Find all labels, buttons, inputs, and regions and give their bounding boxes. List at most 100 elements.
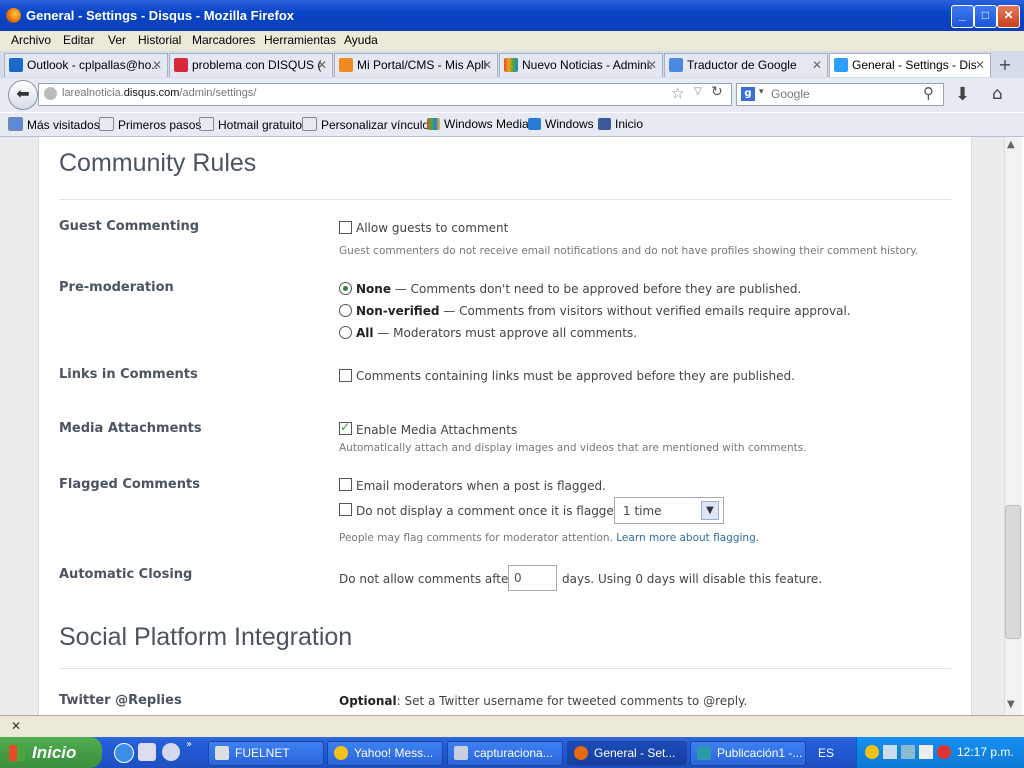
messenger-icon[interactable] [865, 745, 879, 759]
tab-nuevo-noticias[interactable]: Nuevo Noticias - Admini... ✕ [499, 53, 663, 77]
hide-flagged-checkbox[interactable] [339, 503, 352, 516]
menu-herramientas[interactable]: Herramientas [264, 33, 336, 47]
enable-media-checkbox[interactable] [339, 420, 352, 435]
links-in-comments-label: Links in Comments [59, 367, 198, 382]
show-desktop-icon[interactable] [138, 743, 156, 761]
close-icon[interactable]: ✕ [11, 719, 21, 733]
premod-nonverified-radio[interactable] [339, 304, 352, 317]
yahoo-icon [334, 746, 348, 760]
dropdown-arrow-icon[interactable]: ▽ [694, 86, 702, 97]
closing-days-input[interactable]: 0 [508, 565, 557, 591]
media-hint: Automatically attach and display images … [339, 442, 807, 454]
reload-icon[interactable]: ↻ [711, 84, 723, 100]
w-icon [174, 58, 188, 72]
menu-ver[interactable]: Ver [108, 33, 126, 47]
chevron-right-icon[interactable]: » [186, 739, 192, 750]
flagged-comments-label: Flagged Comments [59, 477, 200, 492]
antivirus-icon[interactable] [919, 745, 933, 759]
menu-historial[interactable]: Historial [138, 33, 181, 47]
task-label: Yahoo! Mess... [354, 746, 434, 760]
bookmark-hotmail[interactable]: Hotmail gratuito [199, 117, 302, 132]
option-desc: — Moderators must approve all comments. [373, 326, 638, 340]
tab-mi-portal[interactable]: Mi Portal/CMS - Mis Apli... ✕ [334, 53, 498, 77]
bookmark-windows[interactable]: Windows [528, 117, 594, 131]
pre-moderation-label: Pre-moderation [59, 280, 174, 295]
allow-guests-checkbox[interactable] [339, 221, 352, 234]
premod-nonverified-label[interactable]: Non-verified — Comments from visitors wi… [356, 304, 851, 318]
tab-problema[interactable]: problema con DISQUS (... ✕ [169, 53, 333, 77]
links-approval-checkbox[interactable] [339, 369, 352, 382]
menu-bar: Archivo Editar Ver Historial Marcadores … [0, 31, 1024, 51]
flag-count-select[interactable]: 1 time ▼ [614, 497, 724, 524]
menu-editar[interactable]: Editar [63, 33, 94, 47]
bookmark-primeros-pasos[interactable]: Primeros pasos [99, 117, 201, 132]
email-moderators-checkbox[interactable] [339, 478, 352, 491]
task-publicacion[interactable]: Publicación1 -... [690, 741, 806, 766]
language-indicator[interactable]: ES [818, 746, 834, 760]
bookmark-personalizar[interactable]: Personalizar vínculos [302, 117, 435, 132]
bookmark-mas-visitados[interactable]: Más visitados [8, 117, 100, 132]
google-icon[interactable]: g [741, 87, 755, 101]
close-icon[interactable]: ✕ [482, 58, 492, 72]
alert-icon[interactable] [937, 745, 951, 759]
minimize-button[interactable]: _ [951, 5, 974, 28]
search-icon[interactable]: ⚲ [923, 84, 934, 102]
close-icon[interactable]: ✕ [647, 58, 657, 72]
closing-suffix: days. Using 0 days will disable this fea… [562, 572, 823, 586]
task-fuelnet[interactable]: FUELNET [208, 741, 324, 766]
tab-outlook[interactable]: Outlook - cplpallas@ho... ✕ [4, 53, 168, 77]
email-moderators-label[interactable]: Email moderators when a post is flagged. [356, 479, 606, 493]
premod-all-radio[interactable] [339, 326, 352, 339]
scroll-down-icon[interactable]: ▼ [1007, 699, 1015, 710]
tab-label: Nuevo Noticias - Admini... [522, 58, 652, 72]
settings-tray-icon[interactable] [901, 745, 915, 759]
task-general-settings[interactable]: General - Set... [567, 741, 687, 766]
close-icon[interactable]: ✕ [317, 58, 327, 72]
scroll-up-icon[interactable]: ▲ [1007, 139, 1015, 150]
tab-traductor[interactable]: Traductor de Google ✕ [664, 53, 828, 77]
links-approval-label[interactable]: Comments containing links must be approv… [356, 369, 795, 383]
learn-more-flagging-link[interactable]: Learn more about flagging. [616, 532, 759, 544]
ie-icon[interactable] [114, 743, 134, 763]
download-icon[interactable]: ⬇ [955, 84, 970, 105]
search-input[interactable]: Google [771, 87, 810, 101]
firefox-quicklaunch-icon[interactable] [162, 743, 180, 761]
home-icon[interactable]: ⌂ [992, 84, 1003, 104]
chevron-down-icon[interactable]: ▾ [759, 87, 764, 97]
chevron-down-icon[interactable]: ▼ [701, 501, 719, 520]
close-icon[interactable]: ✕ [812, 58, 822, 72]
paint-icon [454, 746, 468, 760]
premod-none-label[interactable]: None — Comments don't need to be approve… [356, 282, 801, 296]
allow-guests-label[interactable]: Allow guests to comment [356, 221, 508, 235]
task-capturaciona[interactable]: capturaciona... [447, 741, 563, 766]
bookmark-windows-media[interactable]: Windows Media [427, 117, 529, 131]
new-tab-button[interactable]: + [992, 55, 1018, 75]
start-button[interactable]: Inicio [0, 737, 102, 768]
premod-all-label[interactable]: All — Moderators must approve all commen… [356, 326, 637, 340]
network-icon[interactable] [883, 745, 897, 759]
maximize-button[interactable]: □ [974, 5, 997, 28]
close-icon[interactable]: ✕ [975, 58, 985, 72]
back-button[interactable]: ⬅ [8, 80, 38, 110]
select-value: 1 time [623, 504, 662, 518]
close-icon[interactable]: ✕ [152, 58, 162, 72]
publisher-icon [697, 746, 711, 760]
close-window-button[interactable]: ✕ [997, 5, 1020, 28]
task-yahoo[interactable]: Yahoo! Mess... [327, 741, 443, 766]
search-bar[interactable]: g ▾ Google ⚲ [736, 83, 944, 106]
menu-marcadores[interactable]: Marcadores [192, 33, 255, 47]
url-bar[interactable]: larealnoticia.disqus.com/admin/settings/… [38, 83, 732, 106]
tab-general-settings[interactable]: General - Settings - Dis... ✕ [829, 53, 991, 77]
premod-none-radio[interactable] [339, 282, 352, 295]
url-text: larealnoticia.disqus.com/admin/settings/ [62, 87, 256, 99]
window-titlebar[interactable]: General - Settings - Disqus - Mozilla Fi… [0, 0, 1024, 31]
enable-media-label[interactable]: Enable Media Attachments [356, 423, 517, 437]
closing-days-value: 0 [514, 571, 522, 585]
menu-archivo[interactable]: Archivo [11, 33, 51, 47]
scrollbar-thumb[interactable] [1005, 505, 1021, 639]
bookmark-inicio[interactable]: Inicio [598, 117, 643, 131]
hide-flagged-label[interactable]: Do not display a comment once it is flag… [356, 504, 621, 518]
clock[interactable]: 12:17 p.m. [957, 745, 1014, 759]
menu-ayuda[interactable]: Ayuda [344, 33, 378, 47]
bookmark-star-icon[interactable]: ☆ [671, 84, 684, 102]
